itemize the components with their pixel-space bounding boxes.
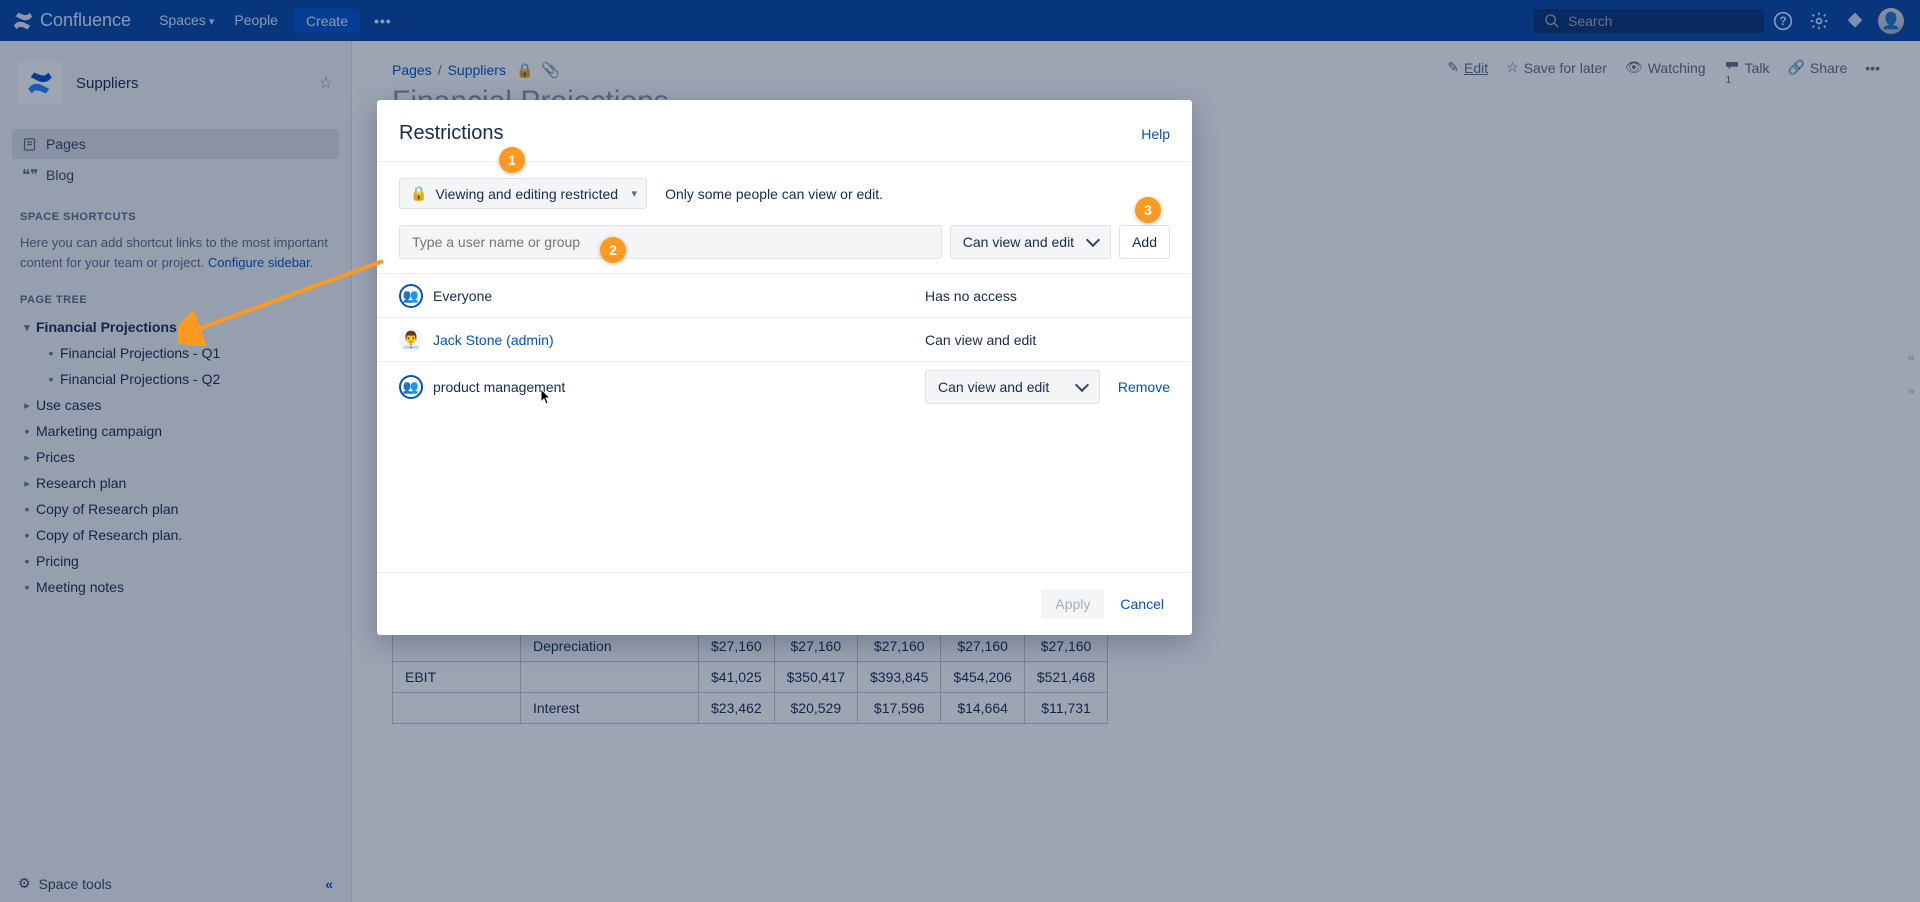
annotation-badge-1: 1	[499, 147, 525, 173]
lock-icon: 🔒	[410, 185, 427, 202]
dialog-title: Restrictions	[399, 122, 1141, 145]
user-avatar-icon: 👨‍💼	[399, 328, 423, 352]
apply-button[interactable]: Apply	[1041, 589, 1104, 619]
restriction-level-dropdown[interactable]: 🔒 Viewing and editing restricted	[399, 178, 647, 209]
flyout-handles: « »	[1908, 340, 1918, 408]
permission-row: 👥 product management Can view and edit Re…	[377, 362, 1192, 412]
add-button[interactable]: Add	[1119, 225, 1170, 259]
group-icon: 👥	[399, 284, 423, 308]
group-icon: 👥	[399, 375, 423, 399]
entity-name: product management	[433, 379, 565, 395]
permission-list: 👥 Everyone Has no access 👨‍💼 Jack Stone (a…	[377, 273, 1192, 412]
permission-text: Can view and edit	[925, 332, 1100, 348]
remove-button[interactable]: Remove	[1118, 379, 1170, 395]
restriction-description: Only some people can view or edit.	[665, 186, 883, 202]
help-link[interactable]: Help	[1141, 126, 1170, 142]
permission-row: 👨‍💼 Jack Stone (admin) Can view and edit	[377, 318, 1192, 362]
flyout-up-icon[interactable]: «	[1908, 340, 1918, 374]
row-permission-dropdown[interactable]: Can view and edit	[925, 370, 1100, 404]
cancel-button[interactable]: Cancel	[1114, 589, 1170, 619]
flyout-down-icon[interactable]: »	[1908, 374, 1918, 408]
permission-dropdown[interactable]: Can view and edit	[950, 225, 1111, 259]
entity-name: Everyone	[433, 288, 492, 304]
entity-name[interactable]: Jack Stone (admin)	[433, 332, 554, 348]
user-group-input[interactable]	[399, 225, 942, 259]
annotation-badge-2: 2	[600, 237, 626, 263]
restrictions-dialog: Restrictions Help 🔒 Viewing and editing …	[377, 100, 1192, 635]
permission-row: 👥 Everyone Has no access	[377, 274, 1192, 318]
annotation-arrow	[178, 256, 388, 346]
permission-text: Has no access	[925, 288, 1100, 304]
annotation-badge-3: 3	[1135, 197, 1161, 223]
